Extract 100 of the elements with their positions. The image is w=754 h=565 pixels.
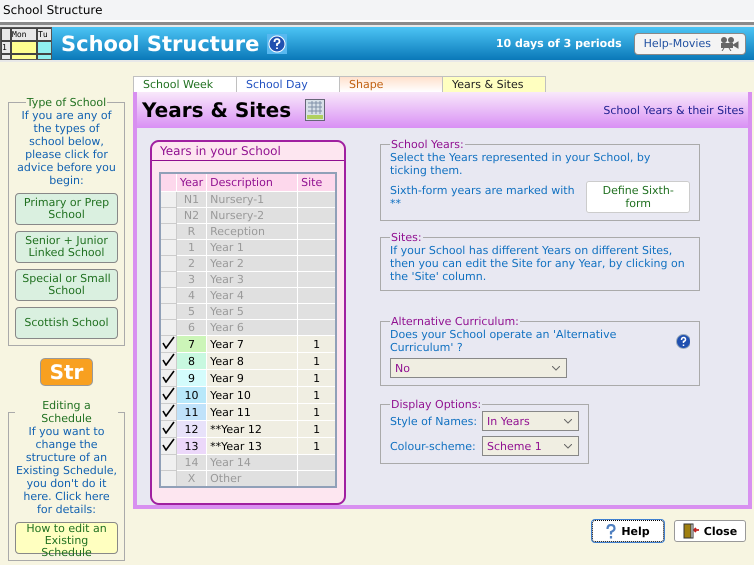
site-cell[interactable] <box>298 470 336 487</box>
dropdown-icon <box>564 418 572 424</box>
year-cell: 4 <box>176 288 207 304</box>
year-cell: 10 <box>176 386 207 404</box>
description-cell: Nursery-1 <box>206 192 298 208</box>
column-header: Description <box>206 173 298 192</box>
site-cell[interactable]: 1 <box>298 438 336 454</box>
site-cell[interactable] <box>298 304 336 320</box>
site-cell[interactable] <box>298 288 336 304</box>
timetable-logo: Mon Tu 1 <box>0 27 52 60</box>
curriculum-dropdown[interactable]: No <box>390 358 567 378</box>
grid-icon <box>305 99 326 121</box>
help-movies-button[interactable]: Help-Movies <box>634 32 746 54</box>
site-cell[interactable]: 1 <box>298 420 336 438</box>
define-sixth-form-button[interactable]: Define Sixth-form <box>586 181 690 213</box>
site-cell[interactable] <box>298 240 336 256</box>
movie-camera-icon <box>719 36 739 50</box>
description-cell: Year 5 <box>206 304 298 320</box>
group-title: Type of School <box>26 96 108 109</box>
description-cell: Year 3 <box>206 272 298 288</box>
site-cell[interactable] <box>298 256 336 272</box>
edit-help-button[interactable]: How to edit an Existing Schedule <box>15 522 118 554</box>
school-type-button[interactable]: Special or Small School <box>15 269 118 301</box>
year-checkbox[interactable] <box>160 454 176 470</box>
group-title: Editing a Schedule <box>40 399 93 425</box>
description-cell: Year 7 <box>206 336 298 352</box>
year-checkbox[interactable] <box>160 256 176 272</box>
schedule-summary: 10 days of 3 periods <box>496 37 622 50</box>
year-cell: 11 <box>176 404 207 420</box>
site-cell[interactable] <box>298 454 336 470</box>
help-icon[interactable] <box>676 334 690 348</box>
exit-door-icon <box>682 523 699 539</box>
year-checkbox[interactable] <box>160 320 176 336</box>
site-cell[interactable]: 1 <box>298 386 336 404</box>
group-title: Display Options: <box>390 398 482 411</box>
description-cell: Year 9 <box>206 370 298 386</box>
year-cell: 12 <box>176 420 207 438</box>
group-title: Alternative Curriculum: <box>390 315 520 328</box>
school-type-button[interactable]: Scottish School <box>15 307 118 339</box>
year-checkbox[interactable] <box>160 240 176 256</box>
description-cell: Reception <box>206 224 298 240</box>
description-cell: **Year 13 <box>206 438 298 454</box>
site-cell[interactable] <box>298 272 336 288</box>
year-cell: 14 <box>176 454 207 470</box>
description-cell: Year 6 <box>206 320 298 336</box>
field-label: Style of Names: <box>390 414 478 428</box>
year-checkbox[interactable] <box>160 224 176 240</box>
close-button[interactable]: Close <box>674 520 746 542</box>
field-label: Colour-scheme: <box>390 440 476 452</box>
year-checkbox[interactable] <box>160 336 176 352</box>
year-checkbox[interactable] <box>160 208 176 224</box>
help-button[interactable]: Help <box>592 520 664 542</box>
site-cell[interactable] <box>298 224 336 240</box>
site-cell[interactable] <box>298 320 336 336</box>
year-cell: 9 <box>176 370 207 386</box>
option-dropdown[interactable]: In Years <box>482 411 579 431</box>
tab[interactable]: School Day <box>236 76 340 92</box>
editing-text: If you want to change the structure of an Existing Schedule, you don't do it here. Click here for details: <box>15 425 118 516</box>
year-checkbox[interactable] <box>160 192 176 208</box>
year-checkbox[interactable] <box>160 386 176 404</box>
site-cell[interactable] <box>298 208 336 224</box>
tab[interactable]: Years & Sites <box>442 76 546 92</box>
option-dropdown[interactable]: Scheme 1 <box>482 436 579 456</box>
tab[interactable]: School Week <box>133 76 237 92</box>
panel-title: Years in your School <box>152 142 344 161</box>
app-title: School Structure <box>61 32 260 56</box>
year-checkbox[interactable] <box>160 420 176 438</box>
year-cell: 3 <box>176 272 207 288</box>
year-cell: 1 <box>176 240 207 256</box>
sites-text: If your School has different Years on different Sites, then you can edit the Site for any Year, by clicking on the 'Site' column. <box>390 244 686 283</box>
site-cell[interactable]: 1 <box>298 352 336 370</box>
year-cell: 6 <box>176 320 207 336</box>
year-checkbox[interactable] <box>160 438 176 454</box>
dropdown-icon <box>564 444 572 448</box>
year-checkbox[interactable] <box>160 288 176 304</box>
year-checkbox[interactable] <box>160 370 176 386</box>
year-cell: 5 <box>176 304 207 320</box>
tab[interactable]: Shape <box>339 76 443 92</box>
school-type-button[interactable]: Senior + Junior Linked School <box>15 231 118 263</box>
site-cell[interactable]: 1 <box>298 404 336 420</box>
year-checkbox[interactable] <box>160 352 176 370</box>
year-cell: 8 <box>176 352 207 370</box>
page-subtitle: School Years & their Sites <box>603 104 744 116</box>
description-cell: Year 14 <box>206 454 298 470</box>
site-cell[interactable]: 1 <box>298 336 336 352</box>
year-cell: 2 <box>176 256 207 272</box>
year-checkbox[interactable] <box>160 404 176 420</box>
year-checkbox[interactable] <box>160 272 176 288</box>
description-cell: Other <box>206 470 298 487</box>
description-cell: Year 1 <box>206 240 298 256</box>
year-cell: N2 <box>176 208 207 224</box>
instruction-text: Select the Years represented in your School, by ticking them. <box>390 151 652 177</box>
year-checkbox[interactable] <box>160 304 176 320</box>
column-header: Site <box>298 173 336 192</box>
description-cell: Year 2 <box>206 256 298 272</box>
year-checkbox[interactable] <box>160 470 176 487</box>
site-cell[interactable]: 1 <box>298 370 336 386</box>
window-title: School Structure <box>0 0 754 22</box>
site-cell[interactable] <box>298 192 336 208</box>
school-type-button[interactable]: Primary or Prep School <box>15 193 118 225</box>
